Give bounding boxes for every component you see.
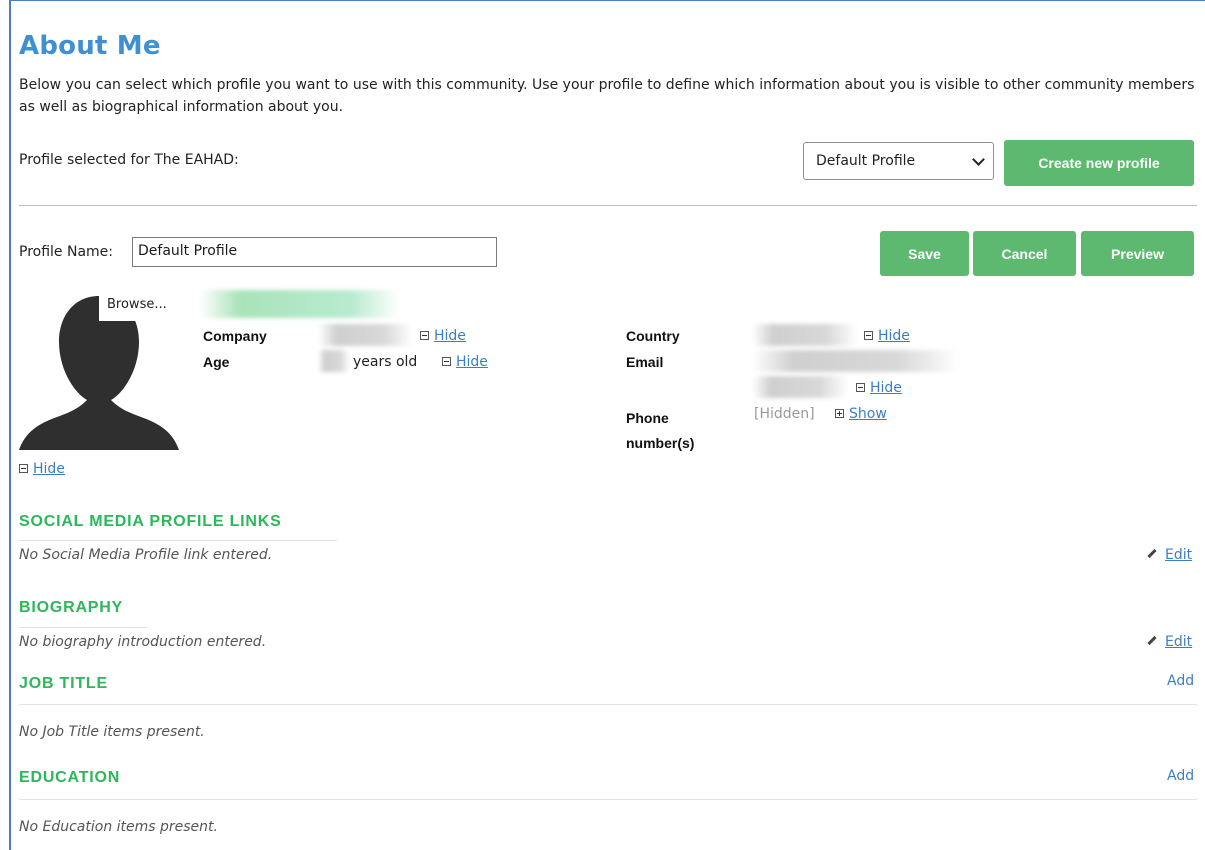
divider xyxy=(19,205,1197,206)
biography-title: BIOGRAPHY xyxy=(19,599,124,616)
company-redacted xyxy=(318,324,412,346)
section-underline xyxy=(19,540,337,541)
cancel-button[interactable]: Cancel xyxy=(973,231,1076,276)
email-hide-toggle[interactable]: Hide xyxy=(856,380,902,396)
profile-select-value: Default Profile xyxy=(816,153,916,169)
country-hide-link[interactable]: Hide xyxy=(878,328,910,344)
education-title: EDUCATION xyxy=(19,769,121,786)
minus-box-icon xyxy=(864,331,873,340)
company-hide-toggle[interactable]: Hide xyxy=(420,328,466,344)
create-new-profile-button[interactable]: Create new profile xyxy=(1004,140,1194,186)
country-hide-toggle[interactable]: Hide xyxy=(864,328,910,344)
name-redacted xyxy=(200,290,400,318)
divider xyxy=(19,704,1197,705)
education-empty: No Education items present. xyxy=(19,819,218,835)
biography-edit-link[interactable]: Edit xyxy=(1165,634,1192,650)
profile-name-input[interactable]: Default Profile xyxy=(132,237,497,267)
email-hide-link[interactable]: Hide xyxy=(870,380,902,396)
country-label: Country xyxy=(626,328,680,344)
age-hide-toggle[interactable]: Hide xyxy=(442,354,488,370)
photo-hide-link[interactable]: Hide xyxy=(33,461,65,477)
phone-show-toggle[interactable]: Show xyxy=(835,406,887,422)
save-button[interactable]: Save xyxy=(880,231,969,276)
age-redacted xyxy=(318,350,350,372)
age-suffix: years old xyxy=(353,354,418,370)
profile-select[interactable]: Default Profile xyxy=(803,142,994,180)
phone-hidden-value: [Hidden] xyxy=(754,406,815,422)
photo-hide-toggle[interactable]: Hide xyxy=(19,461,65,477)
social-links-edit-link[interactable]: Edit xyxy=(1165,547,1192,563)
minus-box-icon xyxy=(19,464,28,473)
minus-box-icon xyxy=(420,331,429,340)
browse-photo-button[interactable]: Browse... xyxy=(99,291,181,321)
age-hide-link[interactable]: Hide xyxy=(456,354,488,370)
page-title: About Me xyxy=(19,31,161,61)
job-title-empty: No Job Title items present. xyxy=(19,724,205,740)
email-redacted-line1 xyxy=(752,350,960,372)
biography-empty: No biography introduction entered. xyxy=(19,634,267,650)
social-links-title: SOCIAL MEDIA PROFILE LINKS xyxy=(19,513,282,530)
content-frame xyxy=(9,0,1205,850)
social-links-edit[interactable]: Edit xyxy=(1147,547,1192,563)
social-links-empty: No Social Media Profile link entered. xyxy=(19,547,273,563)
job-title-title: JOB TITLE xyxy=(19,675,108,692)
profile-select-label: Profile selected for The EAHAD: xyxy=(19,152,239,168)
minus-box-icon xyxy=(856,383,865,392)
pencil-icon xyxy=(1147,548,1157,559)
intro-text: Below you can select which profile you w… xyxy=(19,77,1195,115)
chevron-down-icon xyxy=(972,153,985,166)
profile-name-label: Profile Name: xyxy=(19,244,114,260)
plus-box-icon xyxy=(835,409,844,418)
minus-box-icon xyxy=(442,357,451,366)
education-add-link[interactable]: Add xyxy=(1167,768,1194,784)
country-redacted xyxy=(752,324,858,346)
pencil-icon xyxy=(1147,635,1157,646)
phone-show-link[interactable]: Show xyxy=(849,406,887,422)
age-label: Age xyxy=(203,354,230,370)
biography-edit[interactable]: Edit xyxy=(1147,634,1192,650)
job-title-add-link[interactable]: Add xyxy=(1167,673,1194,689)
email-label: Email xyxy=(626,354,664,370)
divider xyxy=(19,799,1197,800)
company-label: Company xyxy=(203,328,267,344)
company-hide-link[interactable]: Hide xyxy=(434,328,466,344)
preview-button[interactable]: Preview xyxy=(1081,231,1194,276)
section-underline xyxy=(19,627,147,628)
phone-label: Phone number(s) xyxy=(626,410,695,451)
email-redacted-line2 xyxy=(752,376,848,398)
